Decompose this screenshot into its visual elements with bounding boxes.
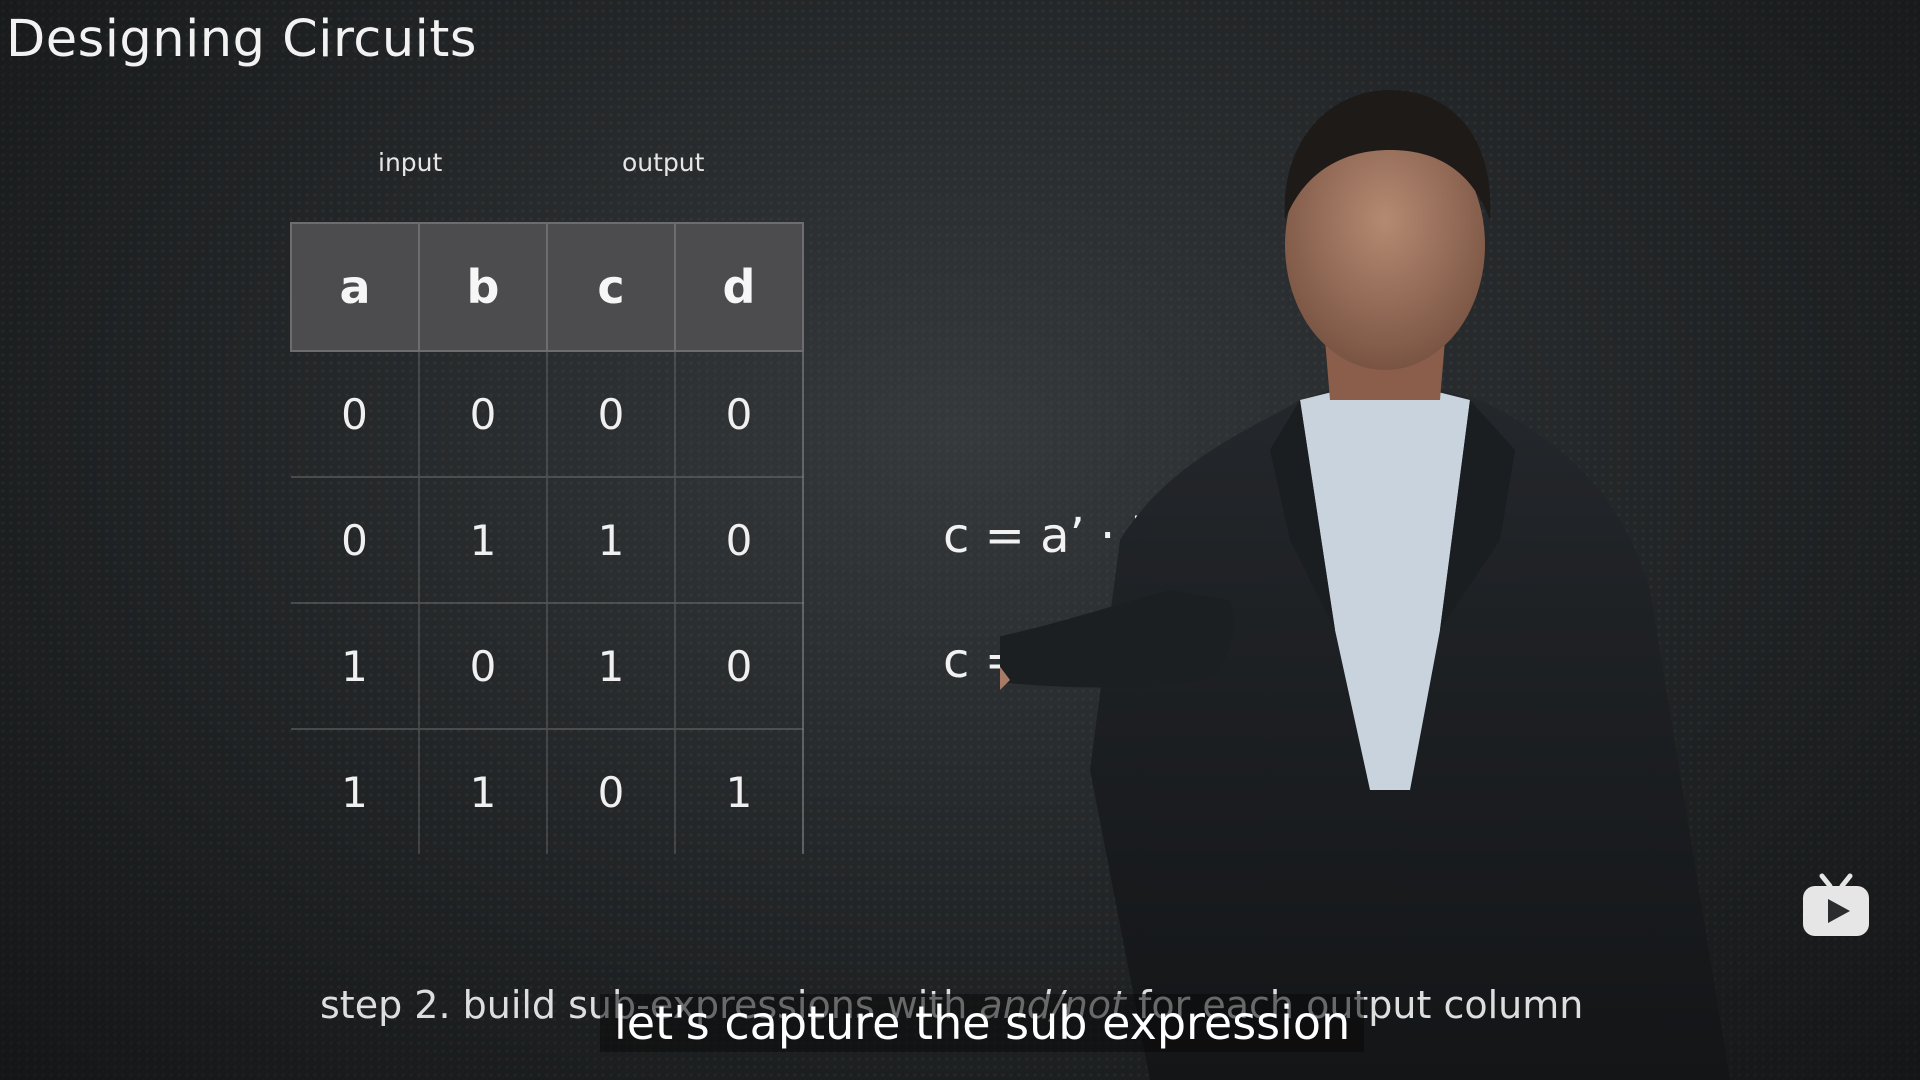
table-header-row: a b c d	[290, 222, 804, 352]
tv-play-icon[interactable]	[1800, 870, 1872, 940]
table-cell: 0	[546, 729, 675, 854]
table-row: 1 0 1 0	[291, 603, 804, 730]
table-row: 1 1 0 1	[291, 729, 804, 854]
table-cell: 0	[418, 351, 547, 478]
input-label: input	[378, 148, 443, 177]
table-cell: 0	[674, 603, 804, 730]
header-d: d	[674, 222, 804, 352]
truth-table: a b c d 0 0 0 0 0 1 1 0 1 0 1 0 1 1 0 1	[290, 222, 804, 854]
header-b: b	[418, 222, 548, 352]
table-cell: 0	[546, 351, 675, 478]
table-row: 0 1 1 0	[291, 477, 804, 604]
table-cell: 1	[674, 729, 804, 854]
table-cell: 1	[546, 477, 675, 604]
video-subtitle: let's capture the sub expression	[600, 994, 1365, 1052]
table-cell: 1	[418, 477, 547, 604]
table-cell: 0	[291, 351, 419, 478]
table-cell: 0	[674, 351, 804, 478]
table-cell: 1	[546, 603, 675, 730]
slide-title: Designing Circuits	[6, 10, 477, 69]
table-cell: 1	[418, 729, 547, 854]
table-cell: 0	[291, 477, 419, 604]
table-row: 0 0 0 0	[291, 351, 804, 478]
header-c: c	[546, 222, 676, 352]
table-cell: 1	[291, 603, 419, 730]
video-frame[interactable]: Designing Circuits input output a b c d …	[0, 0, 1920, 1080]
table-cell: 0	[674, 477, 804, 604]
header-a: a	[290, 222, 420, 352]
table-cell: 0	[418, 603, 547, 730]
output-label: output	[622, 148, 705, 177]
table-cell: 1	[341, 767, 368, 817]
presenter-figure	[1000, 90, 1730, 1080]
